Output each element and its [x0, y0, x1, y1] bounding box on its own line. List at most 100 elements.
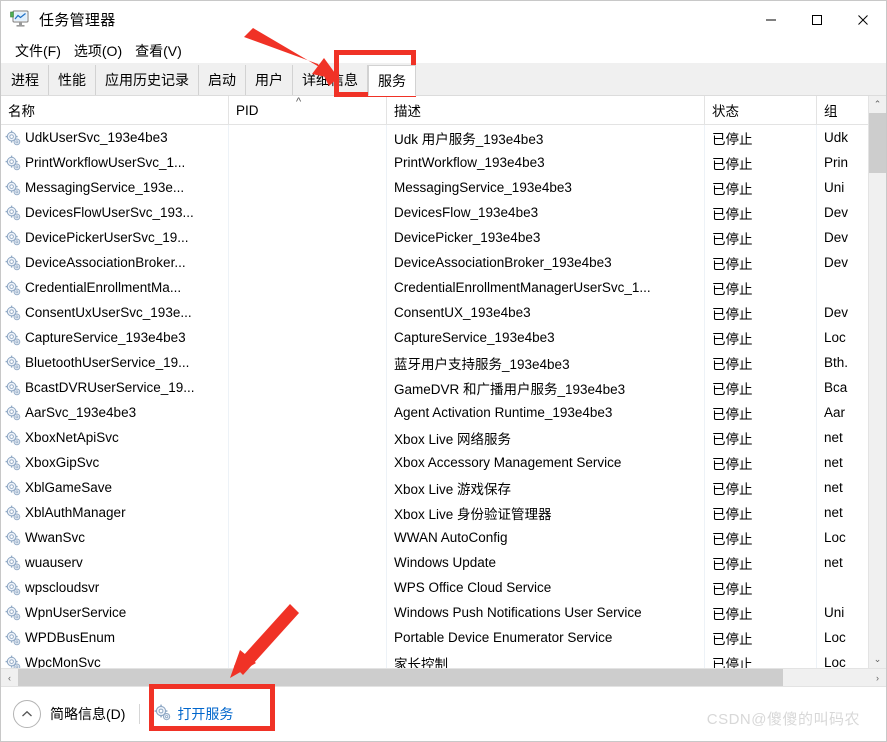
- service-name-label: DeviceAssociationBroker...: [25, 255, 186, 270]
- service-gear-icon: [5, 255, 21, 271]
- cell-description: Xbox Accessory Management Service: [387, 450, 705, 475]
- table-row[interactable]: wuauserv Windows Update 已停止 net: [1, 550, 868, 575]
- brief-info-label[interactable]: 简略信息(D): [50, 704, 125, 724]
- scroll-up-icon[interactable]: ⌃: [869, 96, 886, 113]
- tab-services[interactable]: 服务: [368, 65, 416, 96]
- service-gear-icon: [5, 605, 21, 621]
- table-row[interactable]: WpcMonSvc 家长控制 已停止 Loc: [1, 650, 868, 668]
- horizontal-scrollbar[interactable]: ‹ ›: [1, 668, 886, 686]
- cell-service-name: MessagingService_193e...: [1, 175, 229, 200]
- table-row[interactable]: wpscloudsvr WPS Office Cloud Service 已停止: [1, 575, 868, 600]
- scroll-right-icon[interactable]: ›: [869, 669, 886, 686]
- cell-pid: [229, 625, 387, 650]
- vertical-scroll-track[interactable]: [869, 113, 886, 651]
- service-name-label: XboxGipSvc: [25, 455, 100, 470]
- table-row[interactable]: XblAuthManager Xbox Live 身份验证管理器 已停止 net: [1, 500, 868, 525]
- vertical-scrollbar[interactable]: ⌃ ⌄: [868, 96, 886, 668]
- service-gear-icon: [5, 330, 21, 346]
- table-row[interactable]: MessagingService_193e... MessagingService…: [1, 175, 868, 200]
- service-gear-icon: [5, 230, 21, 246]
- service-gear-icon: [5, 405, 21, 421]
- vertical-scroll-thumb[interactable]: [869, 113, 886, 173]
- service-name-label: MessagingService_193e...: [25, 180, 185, 195]
- cell-service-name: WwanSvc: [1, 525, 229, 550]
- cell-status: 已停止: [705, 200, 817, 225]
- cell-pid: [229, 375, 387, 400]
- table-row[interactable]: XblGameSave Xbox Live 游戏保存 已停止 net: [1, 475, 868, 500]
- column-header-pid[interactable]: PID: [229, 96, 387, 124]
- tab-details[interactable]: 详细信息: [293, 65, 368, 95]
- table-row[interactable]: UdkUserSvc_193e4be3 Udk 用户服务_193e4be3 已停止 U…: [1, 125, 868, 150]
- table-row[interactable]: XboxNetApiSvc Xbox Live 网络服务 已停止 net: [1, 425, 868, 450]
- cell-service-name: CaptureService_193e4be3: [1, 325, 229, 350]
- task-manager-window: 任务管理器 文件(F) 选项(O) 查看(V) 进程 性能 应用历史记录 启动 …: [0, 0, 887, 742]
- cell-group: [817, 575, 861, 600]
- horizontal-scroll-thumb[interactable]: [18, 669, 783, 686]
- tab-users[interactable]: 用户: [246, 65, 293, 95]
- horizontal-scroll-track[interactable]: [18, 669, 869, 686]
- service-gear-icon: [5, 155, 21, 171]
- table-row[interactable]: DevicePickerUserSvc_19... DevicePicker_19…: [1, 225, 868, 250]
- table-row[interactable]: WpnUserService Windows Push Notifications…: [1, 600, 868, 625]
- table-row[interactable]: DeviceAssociationBroker... DeviceAssociat…: [1, 250, 868, 275]
- scroll-down-icon[interactable]: ⌄: [869, 651, 886, 668]
- table-row[interactable]: XboxGipSvc Xbox Accessory Management Serv…: [1, 450, 868, 475]
- cell-status: 已停止: [705, 450, 817, 475]
- service-gear-icon: [5, 380, 21, 396]
- table-row[interactable]: WwanSvc WWAN AutoConfig 已停止 Loc: [1, 525, 868, 550]
- service-gear-icon: [5, 355, 21, 371]
- table-row[interactable]: CaptureService_193e4be3 CaptureService_19…: [1, 325, 868, 350]
- cell-service-name: BluetoothUserService_19...: [1, 350, 229, 375]
- table-row[interactable]: PrintWorkflowUserSvc_1... PrintWorkflow_1…: [1, 150, 868, 175]
- cell-status: 已停止: [705, 525, 817, 550]
- menu-item-options[interactable]: 选项(O): [68, 39, 129, 63]
- scroll-left-icon[interactable]: ‹: [1, 669, 18, 686]
- table-row[interactable]: AarSvc_193e4be3 Agent Activation Runtime_…: [1, 400, 868, 425]
- tab-performance[interactable]: 性能: [49, 65, 96, 95]
- service-name-label: UdkUserSvc_193e4be3: [25, 130, 168, 145]
- cell-pid: [229, 275, 387, 300]
- cell-pid: [229, 200, 387, 225]
- close-button[interactable]: [840, 1, 886, 38]
- tab-app-history[interactable]: 应用历史记录: [96, 65, 199, 95]
- task-manager-monitor-icon: [10, 10, 32, 30]
- cell-description: DeviceAssociationBroker_193e4be3: [387, 250, 705, 275]
- table-row[interactable]: BcastDVRUserService_19... GameDVR 和广播用户服务…: [1, 375, 868, 400]
- cell-group: Uni: [824, 180, 845, 195]
- cell-pid: [229, 450, 387, 475]
- cell-service-name: wuauserv: [1, 550, 229, 575]
- column-header-description[interactable]: 描述: [387, 96, 705, 124]
- column-header-row: 名称 PID 描述 状态 组 ^: [1, 96, 868, 125]
- menu-item-file[interactable]: 文件(F): [9, 39, 68, 63]
- cell-service-name: WpnUserService: [1, 600, 229, 625]
- service-name-label: WpcMonSvc: [25, 655, 101, 668]
- table-row[interactable]: BluetoothUserService_19... 蓝牙用户支持服务_193e4…: [1, 350, 868, 375]
- cell-group: net: [824, 555, 843, 570]
- column-header-group[interactable]: 组: [817, 96, 861, 124]
- tab-processes[interactable]: 进程: [2, 65, 49, 95]
- table-row[interactable]: DevicesFlowUserSvc_193... DevicesFlow_193…: [1, 200, 868, 225]
- cell-status: 已停止: [705, 425, 817, 450]
- table-row[interactable]: ConsentUxUserSvc_193e... ConsentUX_193e4b…: [1, 300, 868, 325]
- cell-service-name: DeviceAssociationBroker...: [1, 250, 229, 275]
- cell-description: Windows Push Notifications User Service: [387, 600, 705, 625]
- column-header-name[interactable]: 名称: [1, 96, 229, 124]
- table-row[interactable]: WPDBusEnum Portable Device Enumerator Ser…: [1, 625, 868, 650]
- cell-group: Loc: [824, 630, 846, 645]
- table-row[interactable]: CredentialEnrollmentMa... CredentialEnrol…: [1, 275, 868, 300]
- cell-status: 已停止: [705, 625, 817, 650]
- cell-group: Dev: [824, 205, 849, 220]
- cell-description: Agent Activation Runtime_193e4be3: [387, 400, 705, 425]
- maximize-button[interactable]: [794, 1, 840, 38]
- minimize-button[interactable]: [748, 1, 794, 38]
- column-header-status[interactable]: 状态: [705, 96, 817, 124]
- tab-startup[interactable]: 启动: [199, 65, 246, 95]
- cell-group: Loc: [824, 330, 846, 345]
- cell-description: MessagingService_193e4be3: [387, 175, 705, 200]
- cell-group: Bca: [824, 380, 848, 395]
- service-name-label: PrintWorkflowUserSvc_1...: [25, 155, 186, 170]
- collapse-details-icon[interactable]: [13, 700, 41, 728]
- menu-item-view[interactable]: 查看(V): [129, 39, 189, 63]
- open-services-button[interactable]: 打开服务: [154, 704, 233, 724]
- open-services-label[interactable]: 打开服务: [177, 704, 233, 724]
